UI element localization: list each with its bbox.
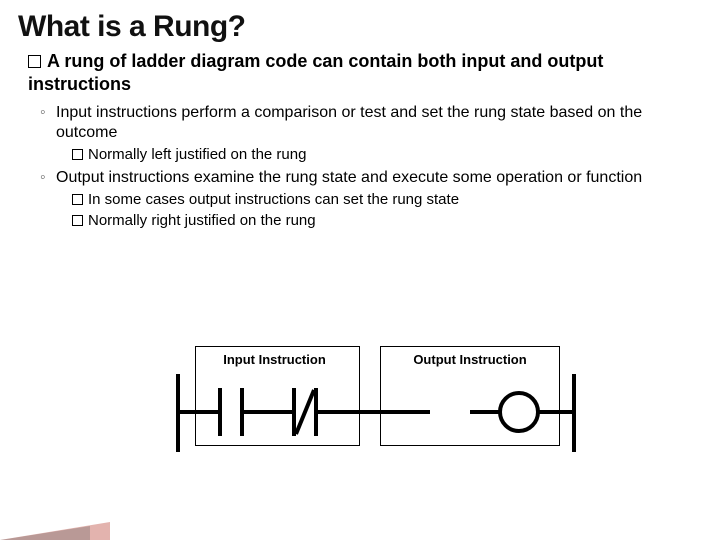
slide-accent-triangle (0, 526, 90, 540)
bullet-level3-input-justify: Normally left justified on the rung (0, 145, 720, 166)
bullet-level3-output-justify-text: Normally right justified on the rung (88, 212, 316, 229)
ladder-rung-svg (160, 340, 590, 480)
square-bullet-icon (72, 194, 83, 205)
square-bullet-icon (28, 55, 41, 68)
bullet-level3-output-justify: Normally right justified on the rung (0, 211, 720, 232)
slide-title: What is a Rung? (0, 0, 720, 50)
bullet-level3-output-setstate: In some cases output instructions can se… (0, 190, 720, 211)
bullet-level2-output-text: Output instructions examine the rung sta… (56, 169, 642, 186)
bullet-level3-input-justify-text: Normally left justified on the rung (88, 146, 306, 163)
bullet-level2-input-text: Input instructions perform a comparison … (56, 104, 642, 141)
bullet-level2-output: Output instructions examine the rung sta… (0, 166, 720, 190)
square-bullet-icon (72, 149, 83, 160)
bullet-level2-input: Input instructions perform a comparison … (0, 101, 720, 145)
bullet-level3-output-setstate-text: In some cases output instructions can se… (88, 191, 459, 208)
bullet-level1: A rung of ladder diagram code can contai… (0, 50, 720, 101)
bullet-level1-text: A rung of ladder diagram code can contai… (28, 51, 603, 94)
square-bullet-icon (72, 215, 83, 226)
ladder-diagram: Input Instruction Output Instruction (160, 340, 590, 480)
